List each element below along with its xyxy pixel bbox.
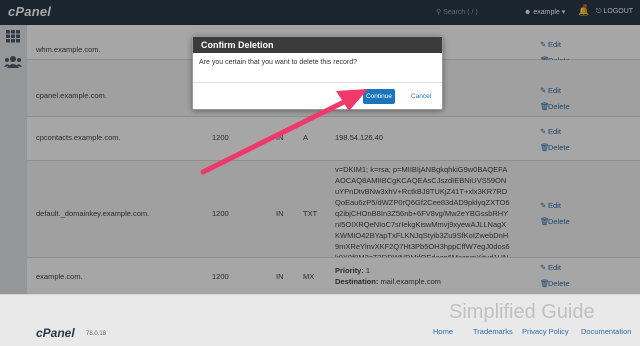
footer-cpanel-logo: cPanel: [36, 326, 75, 340]
footer-link-privacy-policy[interactable]: Privacy Policy: [522, 327, 569, 336]
version-label: 78.0.18: [86, 331, 107, 337]
footer-link-documentation[interactable]: Documentation: [581, 327, 631, 336]
footer-link-trademarks[interactable]: Trademarks: [473, 327, 513, 336]
footer: Simplified Guide cPanel 78.0.18 Home Tra…: [0, 294, 640, 346]
footer-link-home[interactable]: Home: [433, 327, 453, 336]
watermark: Simplified Guide: [449, 301, 595, 323]
